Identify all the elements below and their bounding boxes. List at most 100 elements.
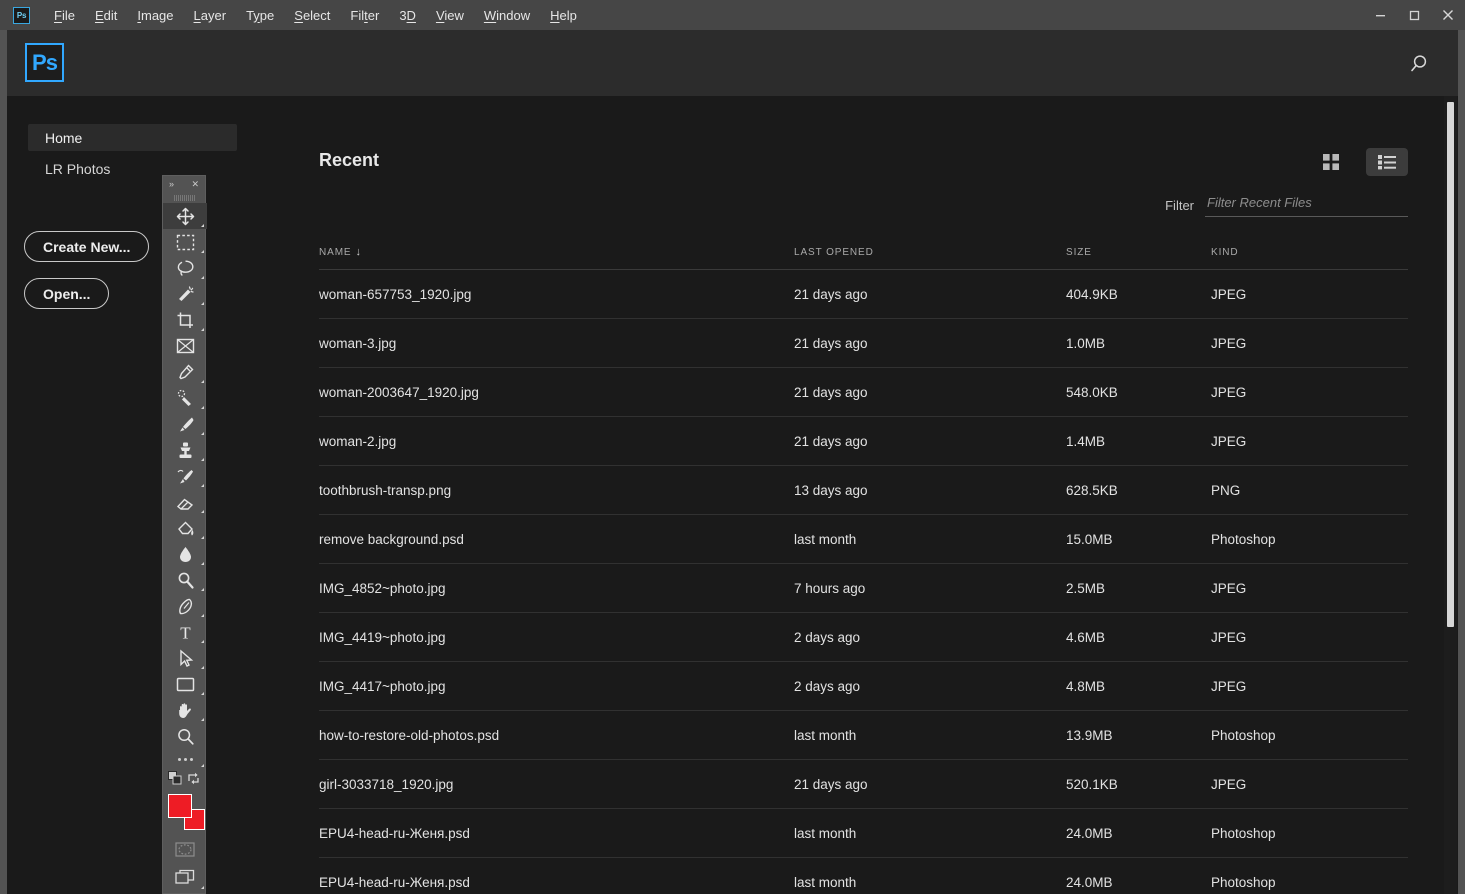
- rectangular-marquee-tool[interactable]: [163, 229, 207, 255]
- scrollbar-thumb[interactable]: [1447, 102, 1454, 627]
- list-view-button[interactable]: [1366, 148, 1408, 176]
- filter-recent-files-input[interactable]: [1205, 192, 1408, 217]
- history-brush-tool[interactable]: [163, 463, 207, 489]
- table-row[interactable]: woman-657753_1920.jpg 21 days ago 404.9KB J…: [319, 270, 1408, 319]
- menu-item-filter[interactable]: Filter: [340, 4, 389, 27]
- open-button[interactable]: Open...: [24, 278, 110, 309]
- tools-panel-grip[interactable]: [163, 192, 205, 203]
- brush-tool[interactable]: [163, 411, 207, 437]
- close-button[interactable]: [1431, 0, 1465, 30]
- cell-kind: JPEG: [1211, 776, 1247, 792]
- view-mode-toggle: [1310, 148, 1408, 176]
- cell-kind: PNG: [1211, 482, 1241, 498]
- pen-tool[interactable]: [163, 593, 207, 619]
- table-row[interactable]: EPU4-head-ru-Женя.psd last month 24.0MB Pho…: [319, 858, 1408, 894]
- table-row[interactable]: girl-3033718_1920.jpg 21 days ago 520.1KB J…: [319, 760, 1408, 809]
- cell-last-opened: 2 days ago: [794, 678, 861, 694]
- maximize-button[interactable]: [1397, 0, 1431, 30]
- cell-name: IMG_4419~photo.jpg: [319, 629, 446, 645]
- table-row[interactable]: woman-2003647_1920.jpg 21 days ago 548.0KB…: [319, 368, 1408, 417]
- clone-stamp-tool[interactable]: [163, 437, 207, 463]
- cell-kind: Photoshop: [1211, 531, 1276, 547]
- table-row[interactable]: IMG_4419~photo.jpg 2 days ago 4.6MB JPEG: [319, 613, 1408, 662]
- menu-bar: File Edit Image Layer Type Select Filter 3D View…: [44, 4, 587, 27]
- spot-healing-brush-tool[interactable]: [163, 385, 207, 411]
- color-controls-row: [163, 769, 205, 791]
- default-colors-icon[interactable]: [167, 770, 182, 790]
- create-new-button[interactable]: Create New...: [24, 231, 150, 262]
- crop-tool[interactable]: [163, 307, 207, 333]
- type-tool[interactable]: T: [163, 619, 207, 645]
- grid-view-button[interactable]: [1310, 148, 1352, 176]
- foreground-color-swatch[interactable]: [168, 794, 192, 818]
- screen-mode-icon[interactable]: [163, 863, 207, 891]
- minimize-button[interactable]: [1363, 0, 1397, 30]
- column-header-name[interactable]: Name ↓: [319, 247, 794, 259]
- menu-item-window[interactable]: Window: [474, 4, 540, 27]
- rectangle-tool[interactable]: [163, 671, 207, 697]
- cell-name: woman-657753_1920.jpg: [319, 286, 472, 302]
- path-selection-tool[interactable]: [163, 645, 207, 671]
- cell-size: 1.4MB: [1066, 433, 1106, 449]
- menu-item-file[interactable]: File: [44, 4, 85, 27]
- sidebar-item-home[interactable]: Home: [28, 124, 237, 151]
- cell-kind: JPEG: [1211, 580, 1247, 596]
- cell-kind: JPEG: [1211, 384, 1247, 400]
- photoshop-logo-label: Ps: [32, 49, 58, 75]
- search-icon[interactable]: [1403, 48, 1435, 80]
- cell-kind: Photoshop: [1211, 727, 1276, 743]
- cell-size: 13.9MB: [1066, 727, 1113, 743]
- gradient-tool[interactable]: [163, 515, 207, 541]
- close-icon[interactable]: ✕: [191, 179, 199, 189]
- dodge-tool[interactable]: [163, 567, 207, 593]
- menu-item-select[interactable]: Select: [284, 4, 340, 27]
- lasso-tool[interactable]: [163, 255, 207, 281]
- eraser-tool[interactable]: [163, 489, 207, 515]
- menu-item-3d[interactable]: 3D: [389, 4, 426, 27]
- menu-item-type[interactable]: Type: [236, 4, 284, 27]
- cell-last-opened: last month: [794, 531, 857, 547]
- zoom-tool[interactable]: [163, 723, 207, 749]
- eyedropper-tool[interactable]: [163, 359, 207, 385]
- table-row[interactable]: woman-2.jpg 21 days ago 1.4MB JPEG: [319, 417, 1408, 466]
- sidebar-item-label: LR Photos: [45, 160, 111, 177]
- cell-size: 15.0MB: [1066, 531, 1113, 547]
- menu-item-view[interactable]: View: [426, 4, 474, 27]
- table-header-row: Name ↓ Last Opened Size Kind: [319, 236, 1408, 270]
- column-header-last-opened[interactable]: Last Opened: [794, 247, 1066, 258]
- swap-colors-icon[interactable]: [187, 771, 201, 790]
- cell-name: IMG_4417~photo.jpg: [319, 678, 446, 694]
- cell-size: 24.0MB: [1066, 825, 1113, 841]
- column-header-kind[interactable]: Kind: [1211, 247, 1406, 258]
- blur-tool[interactable]: [163, 541, 207, 567]
- table-row[interactable]: remove background.psd last month 15.0MB Pho…: [319, 515, 1408, 564]
- menu-item-edit[interactable]: Edit: [85, 4, 127, 27]
- menu-item-image[interactable]: Image: [127, 4, 183, 27]
- table-row[interactable]: woman-3.jpg 21 days ago 1.0MB JPEG: [319, 319, 1408, 368]
- object-selection-tool[interactable]: [163, 281, 207, 307]
- page-title: Recent: [319, 150, 380, 170]
- cell-name: EPU4-head-ru-Женя.psd: [319, 825, 470, 841]
- double-chevron-right-icon[interactable]: »: [169, 179, 174, 189]
- cell-kind: JPEG: [1211, 286, 1247, 302]
- table-row[interactable]: how-to-restore-old-photos.psd last month 1…: [319, 711, 1408, 760]
- table-row[interactable]: toothbrush-transp.png 13 days ago 628.5KB P…: [319, 466, 1408, 515]
- table-row[interactable]: IMG_4852~photo.jpg 7 hours ago 2.5MB JPEG: [319, 564, 1408, 613]
- cell-name: woman-2003647_1920.jpg: [319, 384, 479, 400]
- table-body: woman-657753_1920.jpg 21 days ago 404.9KB J…: [319, 270, 1408, 894]
- frame-tool[interactable]: [163, 333, 207, 359]
- title-bar: Ps File Edit Image Layer Type Select Filter 3D V…: [0, 0, 1465, 30]
- table-row[interactable]: EPU4-head-ru-Женя.psd last month 24.0MB Pho…: [319, 809, 1408, 858]
- column-header-name-label: Name: [319, 247, 352, 258]
- vertical-scrollbar[interactable]: [1444, 96, 1457, 894]
- edit-toolbar-more-icon[interactable]: [163, 749, 207, 769]
- menu-item-layer[interactable]: Layer: [184, 4, 237, 27]
- cell-size: 2.5MB: [1066, 580, 1106, 596]
- quick-mask-icon[interactable]: [163, 835, 207, 863]
- cell-size: 404.9KB: [1066, 286, 1118, 302]
- menu-item-help[interactable]: Help: [540, 4, 587, 27]
- hand-tool[interactable]: [163, 697, 207, 723]
- move-tool[interactable]: [163, 203, 207, 229]
- column-header-size[interactable]: Size: [1066, 247, 1211, 258]
- table-row[interactable]: IMG_4417~photo.jpg 2 days ago 4.8MB JPEG: [319, 662, 1408, 711]
